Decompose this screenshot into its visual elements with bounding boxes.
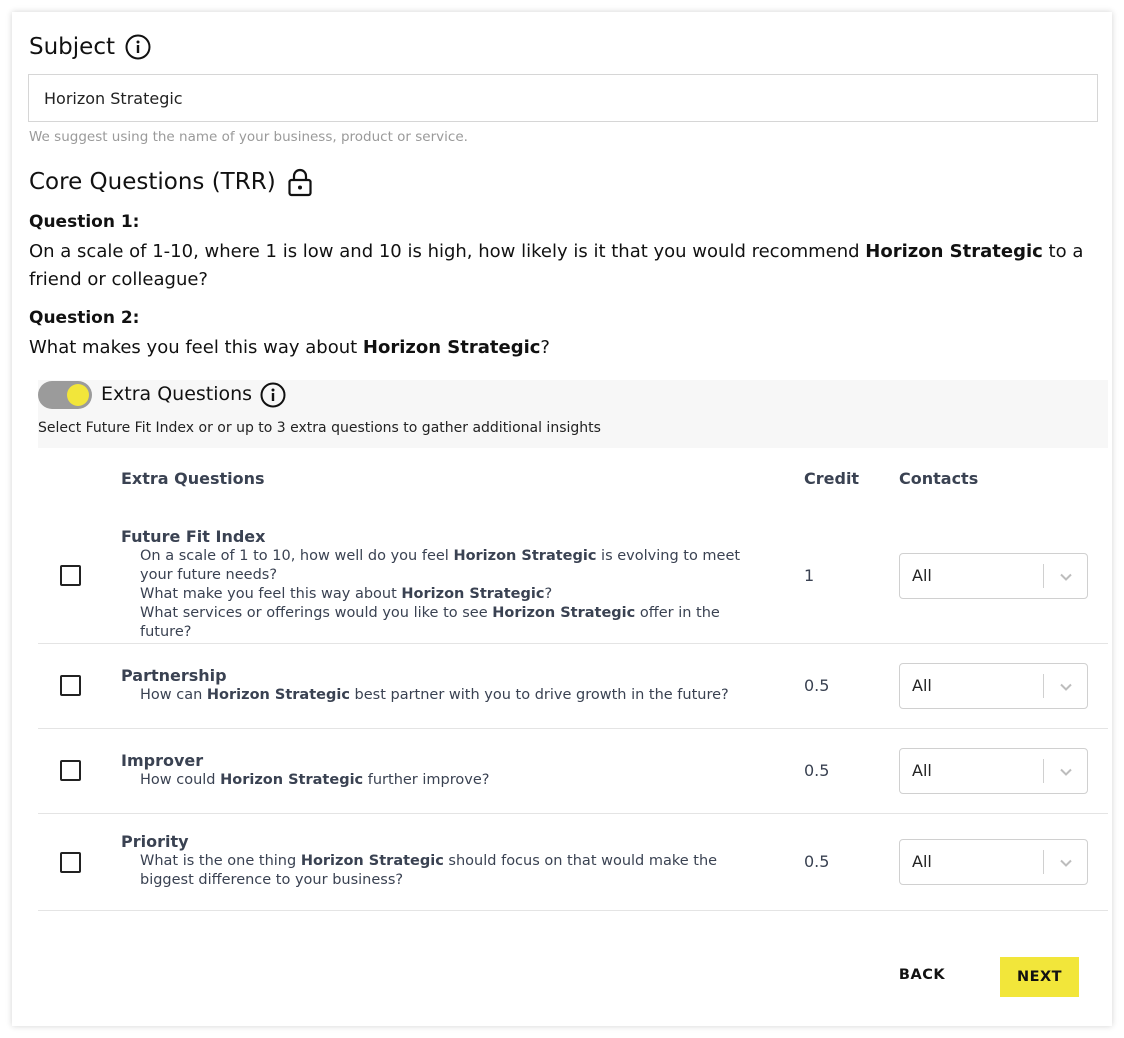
row-question-line: What services or offerings would you lik… bbox=[140, 605, 720, 640]
table-row: Improver How could Horizon Strategic fur… bbox=[38, 729, 1108, 814]
extra-questions-toggle[interactable] bbox=[38, 381, 92, 409]
subject-heading: Subject bbox=[29, 34, 151, 60]
row-checkbox[interactable] bbox=[60, 760, 81, 781]
chevron-down-icon bbox=[1060, 573, 1072, 581]
row-question-line: What make you feel this way about Horizo… bbox=[140, 586, 553, 602]
row-question-line: How can Horizon Strategic best partner w… bbox=[140, 687, 729, 703]
contacts-select-value: All bbox=[912, 761, 932, 780]
next-button[interactable]: NEXT bbox=[1000, 957, 1079, 997]
column-header-extra-questions: Extra Questions bbox=[121, 469, 265, 488]
row-question-line: On a scale of 1 to 10, how well do you f… bbox=[140, 548, 741, 583]
contacts-select-value: All bbox=[912, 676, 932, 695]
question-1-text: On a scale of 1-10, where 1 is low and 1… bbox=[29, 241, 1084, 290]
extra-questions-title: Extra Questions bbox=[101, 383, 253, 405]
row-checkbox[interactable] bbox=[60, 675, 81, 696]
extra-questions-subtitle: Select Future Fit Index or or up to 3 ex… bbox=[38, 420, 601, 436]
table-row: Future Fit Index On a scale of 1 to 10, … bbox=[38, 512, 1108, 644]
question-1-label: Question 1: bbox=[29, 212, 140, 232]
row-checkbox[interactable] bbox=[60, 852, 81, 873]
select-divider bbox=[1043, 564, 1044, 588]
subject-title: Subject bbox=[29, 34, 115, 60]
column-header-credit: Credit bbox=[804, 469, 860, 488]
select-divider bbox=[1043, 759, 1044, 783]
row-credit: 0.5 bbox=[804, 761, 830, 780]
chevron-down-icon bbox=[1060, 859, 1072, 867]
row-title: Partnership bbox=[121, 666, 227, 685]
chevron-down-icon bbox=[1060, 683, 1072, 691]
contacts-select-value: All bbox=[912, 566, 932, 585]
info-icon[interactable] bbox=[125, 34, 151, 60]
row-title: Priority bbox=[121, 832, 189, 851]
row-title: Improver bbox=[121, 751, 204, 770]
subject-input[interactable] bbox=[28, 74, 1098, 122]
contacts-select[interactable]: All bbox=[899, 839, 1088, 885]
core-questions-title: Core Questions (TRR) bbox=[29, 169, 276, 195]
row-question-line: How could Horizon Strategic further impr… bbox=[140, 772, 490, 788]
select-divider bbox=[1043, 674, 1044, 698]
row-credit: 1 bbox=[804, 566, 815, 585]
contacts-select[interactable]: All bbox=[899, 553, 1088, 599]
question-2-text: What makes you feel this way about Horiz… bbox=[29, 337, 550, 358]
info-icon[interactable] bbox=[260, 382, 286, 408]
lock-icon bbox=[288, 168, 312, 197]
extra-questions-panel: Extra Questions Select Future Fit Index … bbox=[38, 380, 1108, 448]
row-checkbox[interactable] bbox=[60, 565, 81, 586]
row-question-line: What is the one thing Horizon Strategic … bbox=[140, 853, 718, 888]
survey-setup-card: Subject We suggest using the name of you… bbox=[12, 12, 1112, 1026]
chevron-down-icon bbox=[1060, 768, 1072, 776]
row-title: Future Fit Index bbox=[121, 527, 266, 546]
table-row: Partnership How can Horizon Strategic be… bbox=[38, 644, 1108, 729]
subject-hint: We suggest using the name of your busine… bbox=[29, 129, 468, 145]
contacts-select[interactable]: All bbox=[899, 748, 1088, 794]
table-row: Priority What is the one thing Horizon S… bbox=[38, 814, 1108, 911]
back-button[interactable]: BACK bbox=[885, 955, 959, 995]
select-divider bbox=[1043, 850, 1044, 874]
row-credit: 0.5 bbox=[804, 852, 830, 871]
row-credit: 0.5 bbox=[804, 676, 830, 695]
column-header-contacts: Contacts bbox=[899, 469, 979, 488]
toggle-knob bbox=[67, 384, 89, 406]
core-questions-heading: Core Questions (TRR) bbox=[29, 167, 314, 197]
contacts-select[interactable]: All bbox=[899, 663, 1088, 709]
contacts-select-value: All bbox=[912, 852, 932, 871]
question-2-label: Question 2: bbox=[29, 308, 140, 328]
